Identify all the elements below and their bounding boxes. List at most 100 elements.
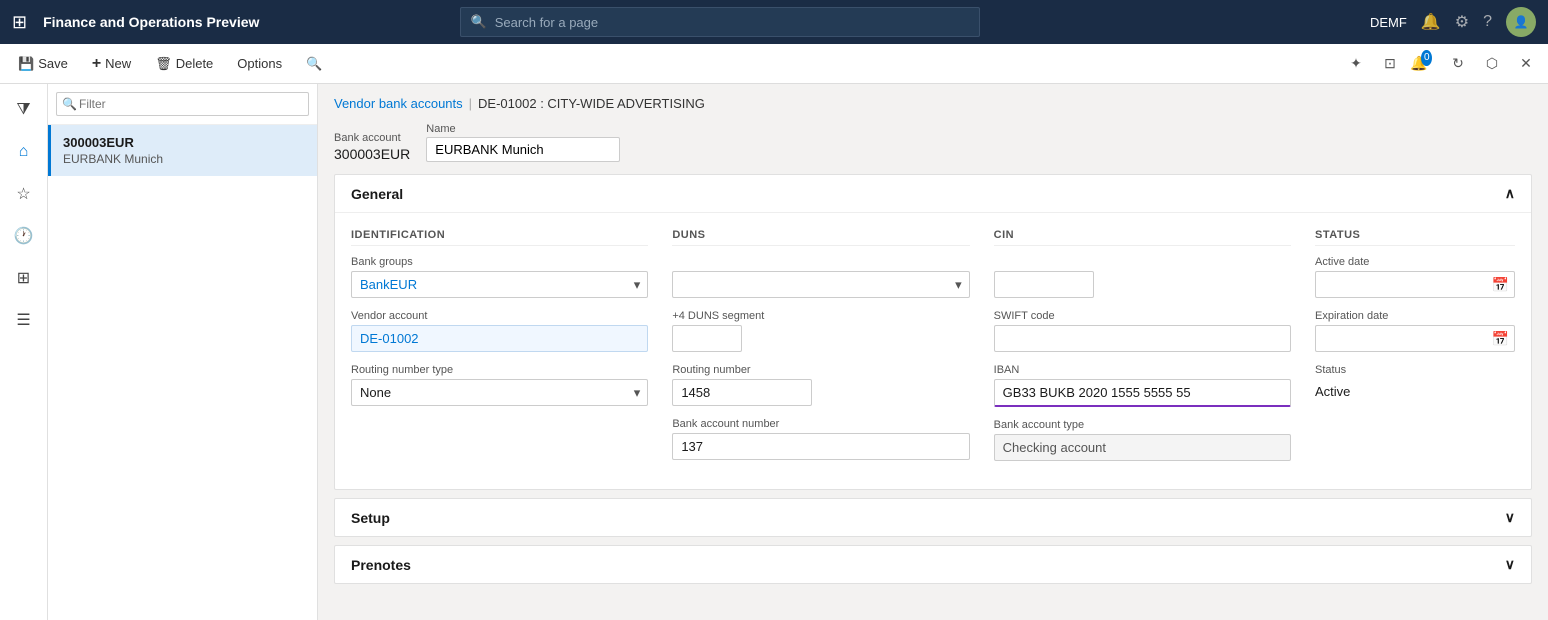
general-form-columns: IDENTIFICATION Bank groups BankEUR Vendo… (351, 229, 1515, 473)
close-icon[interactable]: ✕ (1512, 50, 1540, 78)
search-bar: 🔍 (460, 7, 980, 37)
active-date-label: Active date (1315, 256, 1515, 268)
bank-groups-label: Bank groups (351, 256, 648, 268)
vendor-account-input[interactable] (351, 325, 648, 352)
status-field: Status Active (1315, 364, 1515, 404)
active-date-field: Active date 📅 (1315, 256, 1515, 298)
sidebar-filter-icon[interactable]: ⧩ (6, 92, 42, 128)
breadcrumb-parent[interactable]: Vendor bank accounts (334, 96, 463, 111)
bank-account-label: Bank account (334, 132, 410, 144)
splitview-icon[interactable]: ⊡ (1376, 50, 1404, 78)
settings-icon[interactable]: ⚙ (1455, 12, 1469, 32)
new-button[interactable]: + New (82, 51, 141, 77)
notification-icon[interactable]: 🔔 (1421, 12, 1441, 32)
bank-account-number-input[interactable] (672, 433, 969, 460)
setup-section: Setup ∨ (334, 498, 1532, 537)
bank-groups-field: Bank groups BankEUR (351, 256, 648, 298)
iban-input[interactable] (994, 379, 1291, 407)
search-icon: 🔍 (471, 14, 487, 30)
cin-column: CIN CIN SWIFT code IBAN (994, 229, 1291, 473)
prenotes-section: Prenotes ∨ (334, 545, 1532, 584)
expiration-date-calendar-icon[interactable]: 📅 (1492, 330, 1509, 347)
duns-segment-field: +4 DUNS segment (672, 310, 969, 352)
top-navigation: ⊞ Finance and Operations Preview 🔍 DEMF … (0, 0, 1548, 44)
sidebar-recent-icon[interactable]: 🕐 (6, 218, 42, 254)
prenotes-section-header[interactable]: Prenotes ∨ (335, 546, 1531, 583)
breadcrumb-current: DE-01002 : CITY-WIDE ADVERTISING (478, 96, 705, 111)
routing-number-type-field: Routing number type None ABA BSB SWIFT (351, 364, 648, 406)
filter-wrap: 🔍 (56, 92, 309, 116)
breadcrumb: Vendor bank accounts | DE-01002 : CITY-W… (334, 96, 1532, 111)
cin-title: CIN (994, 229, 1291, 246)
duns-select[interactable] (672, 271, 969, 298)
app-grid-icon[interactable]: ⊞ (12, 12, 27, 33)
bank-account-field: Bank account 300003EUR (334, 132, 410, 162)
badge-button[interactable]: 🔔 0 (1410, 50, 1438, 78)
status-column: STATUS Active date 📅 Expiration date (1315, 229, 1515, 473)
swift-code-label: SWIFT code (994, 310, 1291, 322)
routing-number-type-label: Routing number type (351, 364, 648, 376)
top-nav-right: DEMF 🔔 ⚙ ? 👤 (1370, 7, 1536, 37)
list-panel: 🔍 300003EUR EURBANK Munich (48, 84, 318, 620)
iban-label: IBAN (994, 364, 1291, 376)
help-icon[interactable]: ? (1483, 13, 1492, 31)
general-section-title: General (351, 186, 403, 202)
bank-account-type-input (994, 434, 1291, 461)
sidebar-favorites-icon[interactable]: ☆ (6, 176, 42, 212)
bank-groups-select[interactable]: BankEUR (351, 271, 648, 298)
routing-number-field: Routing number (672, 364, 969, 406)
filter-icon: 🔍 (62, 97, 77, 111)
refresh-icon[interactable]: ↻ (1444, 50, 1472, 78)
sidebar-icons: ⧩ ⌂ ☆ 🕐 ⊞ ☰ (0, 84, 48, 620)
main-layout: ⧩ ⌂ ☆ 🕐 ⊞ ☰ 🔍 300003EUR EURBANK Munich V… (0, 84, 1548, 620)
general-section-header[interactable]: General ∧ (335, 175, 1531, 213)
options-button[interactable]: Options (227, 52, 292, 75)
duns-column: DUNS DUNS (672, 229, 969, 473)
expiration-date-input[interactable] (1315, 325, 1515, 352)
duns-segment-input[interactable] (672, 325, 742, 352)
sidebar-list-icon[interactable]: ☰ (6, 302, 42, 338)
general-section-body: IDENTIFICATION Bank groups BankEUR Vendo… (335, 213, 1531, 489)
prenotes-chevron-icon: ∨ (1505, 556, 1515, 573)
sidebar-workspaces-icon[interactable]: ⊞ (6, 260, 42, 296)
personalize-icon[interactable]: ✦ (1342, 50, 1370, 78)
bank-account-value: 300003EUR (334, 146, 410, 162)
routing-number-label: Routing number (672, 364, 969, 376)
list-item-code: 300003EUR (63, 135, 305, 150)
swift-code-field: SWIFT code (994, 310, 1291, 352)
avatar[interactable]: 👤 (1506, 7, 1536, 37)
expand-icon[interactable]: ⬡ (1478, 50, 1506, 78)
bank-account-number-label: Bank account number (672, 418, 969, 430)
name-label: Name (426, 123, 620, 135)
search-input[interactable] (495, 15, 969, 30)
bank-groups-select-wrap: BankEUR (351, 271, 648, 298)
status-title: STATUS (1315, 229, 1515, 246)
prenotes-section-title: Prenotes (351, 557, 411, 573)
delete-button[interactable]: 🗑 Delete (145, 52, 223, 76)
search-button[interactable]: 🔍 (296, 52, 332, 76)
sidebar-home-icon[interactable]: ⌂ (6, 134, 42, 170)
iban-field: IBAN (994, 364, 1291, 407)
active-date-input[interactable] (1315, 271, 1515, 298)
expiration-date-label: Expiration date (1315, 310, 1515, 322)
breadcrumb-separator: | (469, 96, 472, 111)
routing-number-input[interactable] (672, 379, 812, 406)
identification-column: IDENTIFICATION Bank groups BankEUR Vendo… (351, 229, 648, 473)
save-button[interactable]: 💾 Save (8, 52, 78, 76)
list-item[interactable]: 300003EUR EURBANK Munich (48, 125, 317, 176)
setup-section-header[interactable]: Setup ∨ (335, 499, 1531, 536)
status-value: Active (1315, 379, 1515, 404)
swift-code-input[interactable] (994, 325, 1291, 352)
list-filter-input[interactable] (56, 92, 309, 116)
duns-title: DUNS (672, 229, 969, 246)
routing-number-type-select[interactable]: None ABA BSB SWIFT (351, 379, 648, 406)
identification-title: IDENTIFICATION (351, 229, 648, 246)
list-items: 300003EUR EURBANK Munich (48, 125, 317, 620)
name-input[interactable] (426, 137, 620, 162)
cin-field: CIN (994, 256, 1291, 298)
active-date-wrap: 📅 (1315, 271, 1515, 298)
active-date-calendar-icon[interactable]: 📅 (1492, 276, 1509, 293)
user-name: DEMF (1370, 15, 1407, 30)
cin-input[interactable] (994, 271, 1094, 298)
duns-segment-label: +4 DUNS segment (672, 310, 969, 322)
